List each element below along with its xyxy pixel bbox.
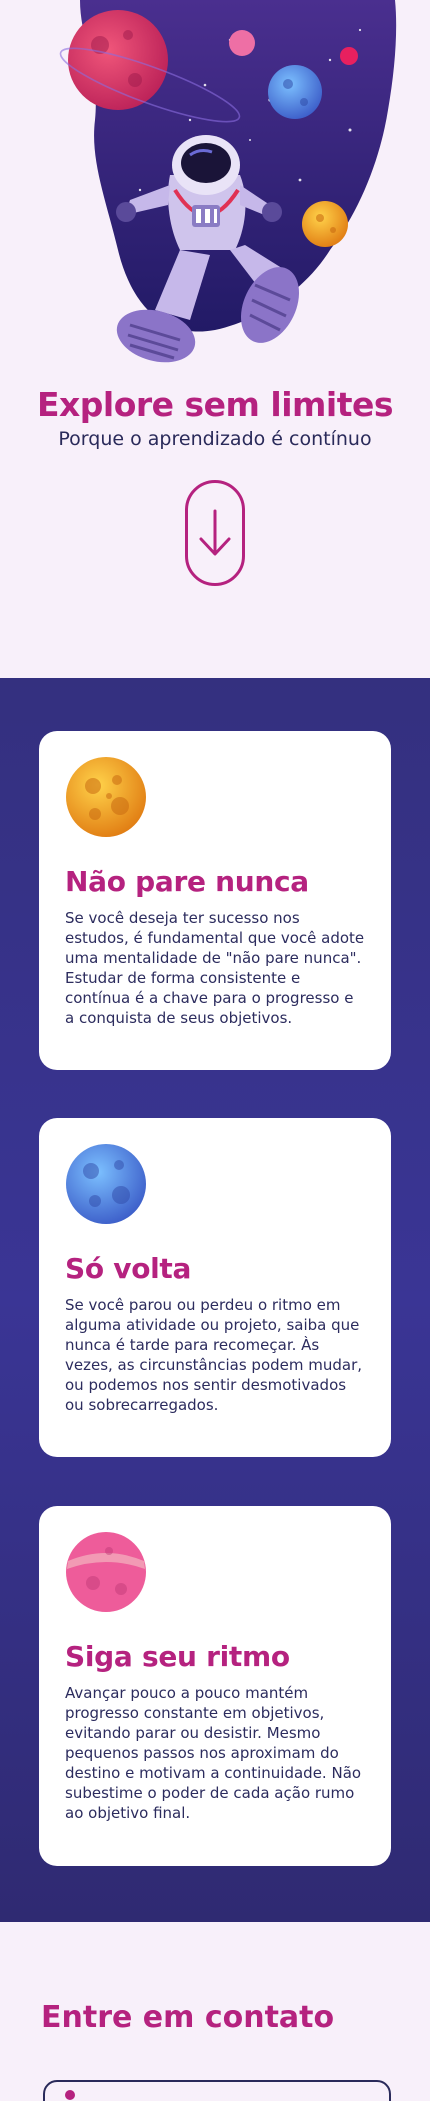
blue-planet-icon <box>66 1144 146 1224</box>
features-section: Não pare nunca Se você deseja ter sucess… <box>0 678 430 1922</box>
card-title: Siga seu ritmo <box>65 1640 290 1673</box>
card-siga-seu-ritmo: Siga seu ritmo Avançar pouco a pouco man… <box>39 1506 391 1866</box>
arrow-down-icon <box>199 509 231 556</box>
card-title: Só volta <box>65 1252 192 1285</box>
card-text: Se você deseja ter sucesso nos estudos, … <box>65 909 365 1027</box>
card-so-volta: Só volta Se você parou ou perdeu o ritmo… <box>39 1118 391 1457</box>
name-field[interactable] <box>43 2080 391 2101</box>
card-title: Não pare nunca <box>65 865 309 898</box>
card-text: Avançar pouco a pouco mantém progresso c… <box>65 1684 362 1822</box>
contact-title: Entre em contato <box>41 2000 335 2035</box>
scroll-down-button[interactable] <box>185 480 245 586</box>
user-icon <box>65 2090 75 2100</box>
contact-section: Entre em contato <box>0 1922 430 2101</box>
pink-planet-icon <box>66 1532 146 1612</box>
astronaut-illustration <box>59 0 397 363</box>
card-text: Se você parou ou perdeu o ritmo em algum… <box>65 1296 363 1414</box>
hero-title: Explore sem limites <box>36 385 394 424</box>
hero-section: Explore sem limites Porque o aprendizado… <box>0 0 430 678</box>
orange-planet-icon <box>66 757 146 837</box>
hero-subtitle: Porque o aprendizado é contínuo <box>58 428 372 450</box>
card-nao-pare-nunca: Não pare nunca Se você deseja ter sucess… <box>39 731 391 1070</box>
